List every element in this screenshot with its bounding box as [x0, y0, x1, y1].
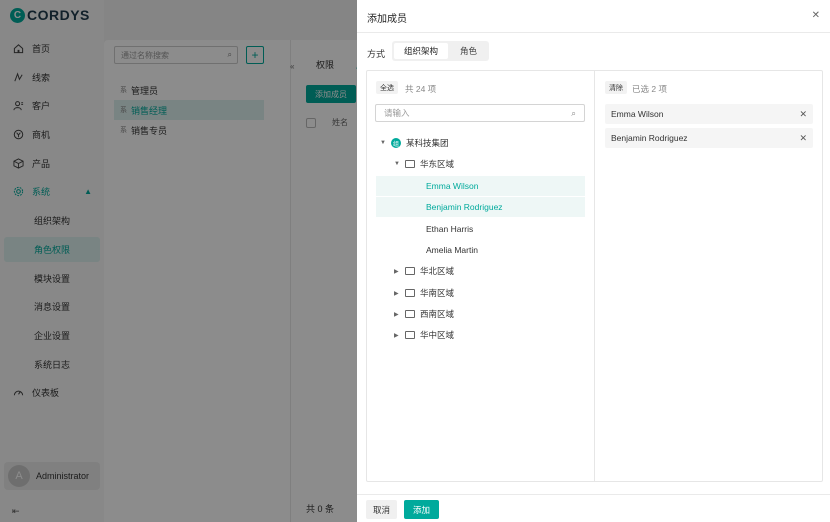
tree-member[interactable]: Emma Wilson	[376, 176, 585, 196]
tree-member[interactable]: Ethan Harris	[376, 219, 585, 239]
remove-icon[interactable]: ✕	[799, 109, 807, 120]
divider	[357, 32, 830, 33]
tree-member[interactable]: Amelia Martin	[376, 240, 585, 260]
caret-down-icon: ▼	[380, 140, 386, 146]
tree-node-label: 某科技集团	[406, 138, 449, 148]
tree-node-region[interactable]: ▶ 华中区域	[394, 326, 454, 344]
folder-icon	[405, 310, 415, 318]
tree-node-label: 华北区域	[420, 266, 455, 276]
mode-org-button[interactable]: 组织架构	[394, 43, 449, 59]
tree-node-label: 西南区域	[420, 309, 455, 319]
member-search-input[interactable]: 请输入 ⌕	[375, 104, 585, 122]
caret-right-icon: ▶	[394, 290, 399, 297]
caret-right-icon: ▶	[394, 332, 399, 339]
folder-icon	[405, 331, 415, 339]
divider	[594, 70, 595, 482]
add-button[interactable]: 添加	[404, 500, 440, 519]
selected-item-label: Emma Wilson	[611, 109, 664, 119]
tree-node-label: 华东区域	[420, 159, 455, 169]
tree-node-label: 华中区域	[420, 330, 455, 340]
drawer-title: 添加成员	[367, 14, 407, 25]
total-count: 共 24 项	[405, 84, 437, 94]
tree-node-label: 华南区域	[420, 288, 455, 298]
selected-item: Benjamin Rodriguez ✕	[605, 128, 813, 148]
folder-icon	[405, 267, 415, 275]
search-icon: ⌕	[571, 107, 576, 118]
remove-icon[interactable]: ✕	[799, 133, 807, 144]
caret-right-icon: ▶	[394, 268, 399, 275]
add-member-drawer: 添加成员 ✕ 方式 组织架构 角色 全选 共 24 项 请输入 ⌕ ▼ 组 某科…	[357, 0, 830, 522]
divider	[357, 494, 830, 495]
caret-down-icon: ▼	[394, 161, 400, 167]
modal-overlay[interactable]	[0, 0, 357, 522]
caret-right-icon: ▶	[394, 311, 399, 318]
selected-item: Emma Wilson ✕	[605, 104, 813, 124]
clear-button[interactable]: 清除	[605, 81, 627, 94]
selected-item-label: Benjamin Rodriguez	[611, 133, 688, 143]
tree-node-region[interactable]: ▶ 华南区域	[394, 284, 454, 302]
mode-label: 方式	[367, 49, 386, 59]
tree-node-region[interactable]: ▶ 西南区域	[394, 305, 454, 323]
tree-node-root[interactable]: ▼ 组 某科技集团	[380, 134, 449, 152]
selected-count: 已选 2 项	[632, 84, 667, 94]
tree-node-region[interactable]: ▼ 华东区域	[394, 155, 454, 173]
search-placeholder: 请输入	[384, 108, 410, 118]
folder-icon	[405, 160, 415, 168]
tree-member[interactable]: Benjamin Rodriguez	[376, 197, 585, 217]
folder-icon	[405, 289, 415, 297]
close-icon[interactable]: ✕	[812, 10, 820, 21]
select-all-button[interactable]: 全选	[376, 81, 398, 94]
mode-role-button[interactable]: 角色	[450, 43, 487, 59]
tree-node-region[interactable]: ▶ 华北区域	[394, 262, 454, 280]
cancel-button[interactable]: 取消	[366, 500, 398, 519]
mode-switch: 组织架构 角色	[392, 41, 490, 61]
org-icon: 组	[391, 138, 401, 148]
